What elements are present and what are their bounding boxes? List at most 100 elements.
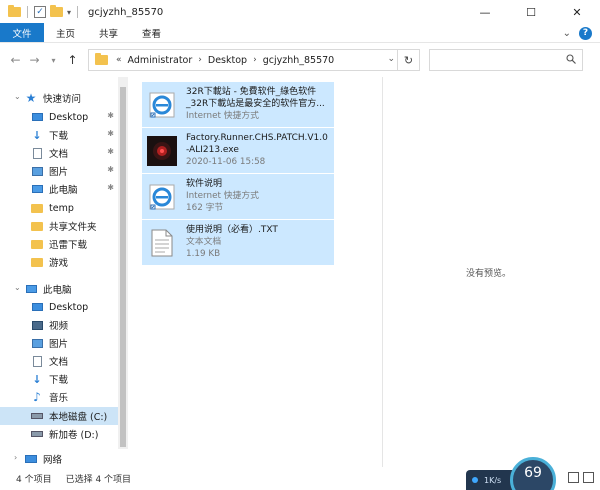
sidebar-item-label: 快速访问 bbox=[43, 94, 82, 105]
sidebar-item[interactable]: Desktop ✱ bbox=[0, 108, 118, 126]
sidebar-item[interactable]: ↓ 下载 ✱ bbox=[0, 126, 118, 144]
network-speed: 1K/s bbox=[484, 475, 502, 485]
refresh-button[interactable]: ↻ bbox=[397, 50, 419, 70]
file-tile[interactable]: 使用说明（必看）.TXT 文本文档 1.19 KB bbox=[142, 220, 334, 265]
picture-icon bbox=[30, 336, 44, 350]
file-tile[interactable]: 32R下載站 - 免費软件_綠色软件 _32R下載站是最安全的软件官方... Int… bbox=[142, 82, 334, 127]
scrollbar-thumb[interactable] bbox=[120, 87, 126, 447]
forward-button[interactable]: → bbox=[25, 49, 44, 71]
file-size: 1.19 KB bbox=[186, 249, 221, 259]
overflow-crumb[interactable]: « bbox=[116, 55, 122, 65]
sidebar-item[interactable]: 本地磁盘 (C:) bbox=[0, 407, 118, 425]
sidebar-item[interactable]: 文档 ✱ bbox=[0, 144, 118, 162]
expand-ribbon-icon[interactable]: ⌄ bbox=[563, 28, 571, 39]
document-icon bbox=[30, 354, 44, 368]
customize-dropdown-icon[interactable]: ▾ bbox=[67, 8, 71, 17]
address-dropdown-icon[interactable]: ⌄ bbox=[387, 54, 395, 64]
folder-icon bbox=[30, 201, 44, 215]
sidebar-item[interactable]: 迅雷下载 bbox=[0, 235, 118, 253]
sidebar-item-label: 下载 bbox=[49, 131, 69, 142]
folder-icon bbox=[30, 237, 44, 251]
sidebar-scrollbar[interactable] bbox=[118, 77, 128, 449]
tab-home[interactable]: 主页 bbox=[44, 23, 87, 42]
txt-icon bbox=[142, 220, 182, 265]
music-icon: ♪ bbox=[33, 390, 41, 404]
computer-icon bbox=[24, 282, 38, 296]
download-icon: ↓ bbox=[32, 372, 42, 386]
address-bar[interactable]: « Administrator › Desktop › gcjyzhh_8557… bbox=[88, 49, 420, 71]
breadcrumb-current-folder[interactable]: gcjyzhh_85570 bbox=[263, 55, 335, 66]
sidebar-item-label: 本地磁盘 (C:) bbox=[49, 412, 108, 423]
close-button[interactable]: ✕ bbox=[554, 0, 600, 24]
network-icon bbox=[24, 452, 38, 466]
sidebar-item[interactable]: 图片 bbox=[0, 334, 118, 352]
file-name-line2: _32R下載站是最安全的软件官方... bbox=[186, 99, 325, 109]
tab-share[interactable]: 共享 bbox=[87, 23, 130, 42]
sidebar-item[interactable]: 新加卷 (D:) bbox=[0, 425, 118, 443]
picture-icon bbox=[30, 164, 44, 178]
desktop-icon bbox=[30, 300, 44, 314]
performance-gauge[interactable]: 69 bbox=[510, 457, 556, 490]
up-button[interactable]: ↑ bbox=[63, 49, 82, 71]
details-view-icon[interactable] bbox=[568, 472, 579, 483]
expand-chevron-icon[interactable]: ⌄ bbox=[14, 92, 21, 101]
sidebar-item-label: 图片 bbox=[49, 339, 69, 350]
sidebar-item-label: 新加卷 (D:) bbox=[49, 430, 99, 441]
sidebar-item-label: 迅雷下载 bbox=[49, 240, 88, 251]
sidebar-item-label: 文档 bbox=[49, 357, 69, 368]
file-name: 32R下載站 - 免費软件_綠色软件 bbox=[186, 87, 317, 97]
sidebar-item[interactable]: ⌄ ★ 快速访问 bbox=[0, 89, 118, 107]
breadcrumb-administrator[interactable]: Administrator bbox=[128, 55, 193, 66]
sidebar-item[interactable]: 游戏 bbox=[0, 253, 118, 271]
navigation-pane: ⌄ ★ 快速访问 Desktop ✱ ↓ 下载 ✱ 文档 ✱ 图片 ✱ 此电脑 ✱ temp 共享文件夹 迅雷下… bbox=[0, 77, 130, 467]
search-input[interactable] bbox=[429, 49, 583, 71]
back-button[interactable]: ← bbox=[6, 49, 25, 71]
pin-icon: ✱ bbox=[107, 165, 114, 174]
desktop-icon bbox=[30, 110, 44, 124]
tab-file[interactable]: 文件 bbox=[0, 23, 44, 42]
tab-view[interactable]: 查看 bbox=[130, 23, 173, 42]
ie-icon bbox=[142, 82, 182, 127]
sidebar-item-label: 共享文件夹 bbox=[49, 222, 97, 233]
expand-chevron-icon[interactable]: ⌄ bbox=[14, 283, 21, 292]
breadcrumb-desktop[interactable]: Desktop bbox=[208, 55, 247, 66]
file-name: 软件说明 bbox=[186, 179, 223, 189]
chevron-right-icon[interactable]: › bbox=[198, 55, 202, 65]
sidebar-item[interactable]: 此电脑 ✱ bbox=[0, 180, 118, 198]
help-icon[interactable]: ? bbox=[579, 27, 592, 40]
minimize-button[interactable]: — bbox=[462, 0, 508, 24]
pin-icon: ✱ bbox=[107, 147, 114, 156]
sidebar-item[interactable]: 文档 bbox=[0, 352, 118, 370]
download-icon: ↓ bbox=[32, 128, 42, 142]
sidebar-item[interactable]: ⌄ 此电脑 bbox=[0, 280, 118, 298]
sidebar-item[interactable]: 共享文件夹 bbox=[0, 217, 118, 235]
network-dot-icon bbox=[472, 477, 478, 483]
file-info: 使用说明（必看）.TXT 文本文档 1.19 KB bbox=[182, 220, 278, 265]
preview-divider[interactable] bbox=[382, 77, 383, 467]
maximize-button[interactable]: ☐ bbox=[508, 0, 554, 24]
sidebar-item[interactable]: › 网络 bbox=[0, 450, 118, 468]
chevron-right-icon[interactable]: › bbox=[253, 55, 257, 65]
recent-locations-dropdown[interactable]: ▾ bbox=[44, 49, 63, 71]
file-type: 2020-11-06 15:58 bbox=[186, 157, 266, 167]
sidebar-item[interactable]: temp bbox=[0, 199, 118, 217]
sidebar-item-label: 图片 bbox=[49, 167, 69, 178]
properties-icon[interactable]: ✓ bbox=[34, 6, 46, 18]
sidebar-item-label: 此电脑 bbox=[49, 185, 78, 196]
sidebar-item[interactable]: Desktop bbox=[0, 298, 118, 316]
file-info: Factory.Runner.CHS.PATCH.V1.0 -ALI213.exe… bbox=[182, 128, 328, 173]
new-folder-icon[interactable] bbox=[50, 5, 63, 17]
file-name: Factory.Runner.CHS.PATCH.V1.0 bbox=[186, 133, 328, 143]
file-tile[interactable]: Factory.Runner.CHS.PATCH.V1.0 -ALI213.exe… bbox=[142, 128, 334, 173]
sidebar-item[interactable]: 视频 bbox=[0, 316, 118, 334]
sidebar-item[interactable]: 图片 ✱ bbox=[0, 162, 118, 180]
computer-icon bbox=[30, 182, 44, 196]
sidebar-item[interactable]: ↓ 下载 bbox=[0, 370, 118, 388]
title-bar: ✓ ▾ gcjyzhh_85570 — ☐ ✕ bbox=[0, 0, 600, 24]
large-icons-view-icon[interactable] bbox=[583, 472, 594, 483]
sidebar-item[interactable]: ♪ 音乐 bbox=[0, 388, 118, 406]
expand-chevron-icon[interactable]: › bbox=[14, 453, 17, 462]
file-tile[interactable]: 软件说明 Internet 快捷方式 162 字节 bbox=[142, 174, 334, 219]
sidebar-item-label: 音乐 bbox=[49, 393, 69, 404]
navigation-bar: ← → ▾ ↑ « Administrator › Desktop › gcjy… bbox=[0, 43, 600, 77]
